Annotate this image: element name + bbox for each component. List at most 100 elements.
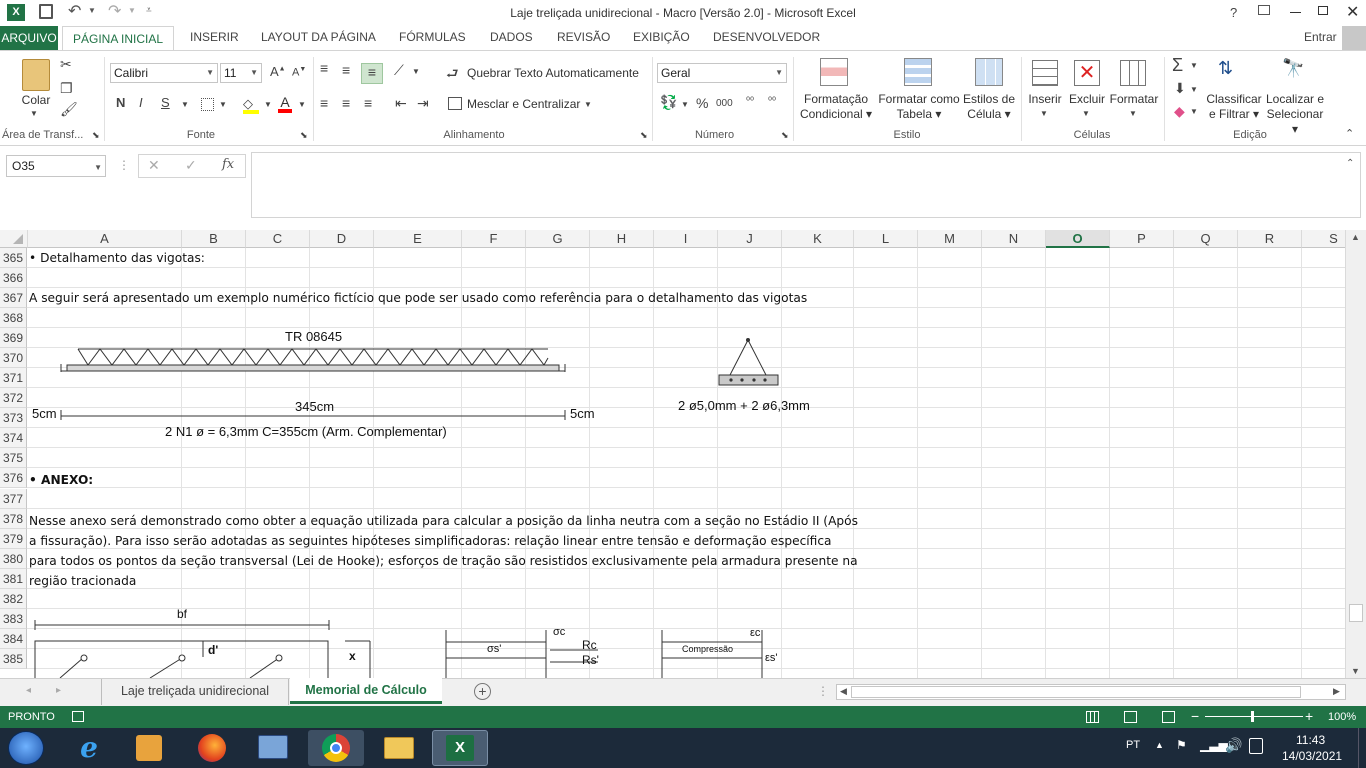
alignment-launcher-icon[interactable]: ⬊ — [640, 130, 648, 141]
clock-time[interactable]: 11:43 — [1296, 733, 1325, 747]
zoom-level[interactable]: 100% — [1328, 711, 1356, 723]
tab-layout[interactable]: LAYOUT DA PÁGINA — [261, 30, 376, 44]
delete-cells-icon[interactable]: ✕ — [1074, 60, 1100, 86]
autosum-icon[interactable]: Σ — [1172, 55, 1183, 76]
cut-icon[interactable]: ✂ — [60, 56, 72, 73]
tab-arquivo[interactable]: ARQUIVO — [0, 26, 58, 50]
minimize-button[interactable] — [1290, 12, 1301, 13]
fill-dropdown-icon[interactable]: ▼ — [264, 100, 272, 109]
restore-button[interactable] — [1318, 6, 1328, 15]
zoom-in-button[interactable]: + — [1305, 708, 1313, 724]
merge-dropdown-icon[interactable]: ▼ — [584, 100, 592, 109]
format-table-button[interactable]: Formatar como Tabela ▾ — [874, 92, 964, 122]
align-left-icon[interactable]: ≡ — [320, 95, 328, 111]
paste-dropdown-icon[interactable]: ▼ — [30, 109, 38, 118]
close-button[interactable]: ✕ — [1346, 2, 1359, 22]
tab-desenvolvedor[interactable]: DESENVOLVEDOR — [713, 30, 820, 44]
underline-dropdown-icon[interactable]: ▼ — [181, 100, 189, 109]
currency-icon[interactable]: 💱 — [660, 94, 677, 111]
ie-icon[interactable]: e — [74, 733, 104, 763]
tab-pagina-inicial[interactable]: PÁGINA INICIAL — [62, 26, 174, 51]
bold-button[interactable]: N — [116, 95, 125, 110]
clipboard-launcher-icon[interactable]: ⬊ — [92, 130, 100, 141]
tab-formulas[interactable]: FÓRMULAS — [399, 30, 466, 44]
format-dropdown-icon[interactable]: ▼ — [1129, 109, 1137, 118]
tab-revisao[interactable]: REVISÃO — [557, 30, 610, 44]
sort-filter-button[interactable]: Classificar e Filtrar ▾ — [1204, 92, 1264, 122]
avatar[interactable] — [1342, 26, 1366, 50]
firefox-icon[interactable] — [198, 734, 226, 762]
zoom-out-button[interactable]: − — [1191, 708, 1199, 724]
next-sheet-icon[interactable]: ▸ — [56, 685, 61, 696]
align-bottom-icon[interactable]: ≡ — [361, 63, 383, 84]
align-top-icon[interactable]: ≡ — [320, 60, 328, 76]
italic-button[interactable]: I — [139, 95, 143, 110]
sheet-tab-laje[interactable]: Laje treliçada unidirecional — [101, 679, 289, 705]
format-painter-icon[interactable]: 🖌 — [60, 101, 78, 118]
cell-styles-button[interactable]: Estilos de Célula ▾ — [960, 92, 1018, 122]
chrome-icon[interactable] — [322, 734, 350, 762]
start-button-icon[interactable] — [8, 731, 44, 765]
horizontal-scrollbar[interactable]: ◀ ▶ — [836, 684, 1346, 700]
collapse-ribbon-icon[interactable]: ⌃ — [1345, 127, 1354, 140]
excel-taskbar-icon[interactable]: X — [446, 735, 474, 761]
network-icon[interactable]: ▁▃▅ — [1200, 738, 1228, 752]
wrap-text-icon[interactable]: ⮐ — [446, 63, 459, 87]
percent-button[interactable]: % — [696, 95, 708, 111]
number-format-select[interactable]: Geral ▼ — [657, 63, 787, 83]
conditional-format-icon[interactable] — [820, 58, 848, 86]
conditional-format-button[interactable]: Formatação Condicional ▾ — [798, 92, 874, 122]
orientation-icon[interactable]: ⟋ — [394, 62, 404, 79]
font-size-select[interactable]: 11 ▼ — [220, 63, 262, 83]
decrease-indent-icon[interactable]: ⇤ — [395, 95, 407, 112]
insert-dropdown-icon[interactable]: ▼ — [1040, 109, 1048, 118]
macro-record-icon[interactable] — [72, 711, 84, 722]
control-panel-icon[interactable] — [258, 735, 288, 759]
align-center-icon[interactable]: ≡ — [342, 95, 350, 111]
decrease-decimal-icon[interactable]: ⁰⁰ — [768, 96, 776, 107]
wrap-text-button[interactable]: Quebrar Texto Automaticamente — [467, 66, 639, 81]
page-layout-view-icon[interactable] — [1124, 711, 1137, 723]
tab-exibicao[interactable]: EXIBIÇÃO — [633, 30, 690, 44]
formula-collapse-icon[interactable]: ⌃ — [1346, 158, 1354, 169]
increase-font-icon[interactable]: A▲ — [270, 64, 286, 79]
underline-button[interactable]: S — [161, 95, 170, 110]
add-sheet-icon[interactable]: + — [474, 683, 491, 700]
increase-decimal-icon[interactable]: ⁰⁰ — [746, 96, 754, 107]
merge-center-icon[interactable] — [448, 97, 462, 110]
borders-icon[interactable] — [201, 98, 214, 111]
orientation-dropdown-icon[interactable]: ▼ — [412, 67, 420, 76]
normal-view-icon[interactable] — [1086, 711, 1099, 723]
language-indicator[interactable]: PT — [1126, 739, 1140, 751]
worksheet-grid[interactable]: ABCDEFGHIJKLMNOPQRS 365 366 367 368 369 370 37… — [0, 230, 1345, 678]
paste-button[interactable]: Colar — [18, 93, 54, 108]
zoom-slider-thumb[interactable] — [1251, 711, 1254, 722]
font-color-dropdown-icon[interactable]: ▼ — [298, 100, 306, 109]
format-table-icon[interactable] — [904, 58, 932, 86]
ribbon-display-icon[interactable] — [1258, 5, 1270, 15]
clear-dropdown-icon[interactable]: ▼ — [1190, 107, 1198, 116]
number-launcher-icon[interactable]: ⬊ — [781, 130, 789, 141]
delete-cells-button[interactable]: Excluir — [1066, 92, 1108, 107]
truss-drawing[interactable] — [0, 230, 1345, 678]
merge-center-button[interactable]: Mesclar e Centralizar — [467, 97, 580, 112]
clear-icon[interactable]: ◆ — [1174, 103, 1185, 120]
paste-icon[interactable] — [22, 59, 50, 91]
hscroll-right-icon[interactable]: ▶ — [1333, 686, 1340, 697]
autosum-dropdown-icon[interactable]: ▼ — [1190, 61, 1198, 70]
help-button[interactable]: ? — [1230, 5, 1237, 20]
align-right-icon[interactable]: ≡ — [364, 95, 372, 111]
sort-filter-icon[interactable]: ⇅ — [1218, 58, 1233, 79]
page-break-view-icon[interactable] — [1162, 711, 1175, 723]
borders-dropdown-icon[interactable]: ▼ — [219, 100, 227, 109]
scroll-up-icon[interactable]: ▲ — [1351, 232, 1360, 242]
tab-dados[interactable]: DADOS — [490, 30, 533, 44]
insert-cells-icon[interactable] — [1032, 60, 1058, 86]
fill-down-icon[interactable]: ⬇ — [1174, 80, 1186, 97]
show-hidden-icons-icon[interactable]: ▲ — [1155, 740, 1164, 750]
media-player-icon[interactable] — [136, 735, 162, 761]
power-icon[interactable] — [1249, 738, 1263, 754]
cancel-icon[interactable]: ✕ — [148, 157, 160, 174]
enter-icon[interactable]: ✓ — [185, 157, 197, 174]
vertical-scrollbar[interactable]: ▲ ▼ — [1345, 230, 1366, 678]
